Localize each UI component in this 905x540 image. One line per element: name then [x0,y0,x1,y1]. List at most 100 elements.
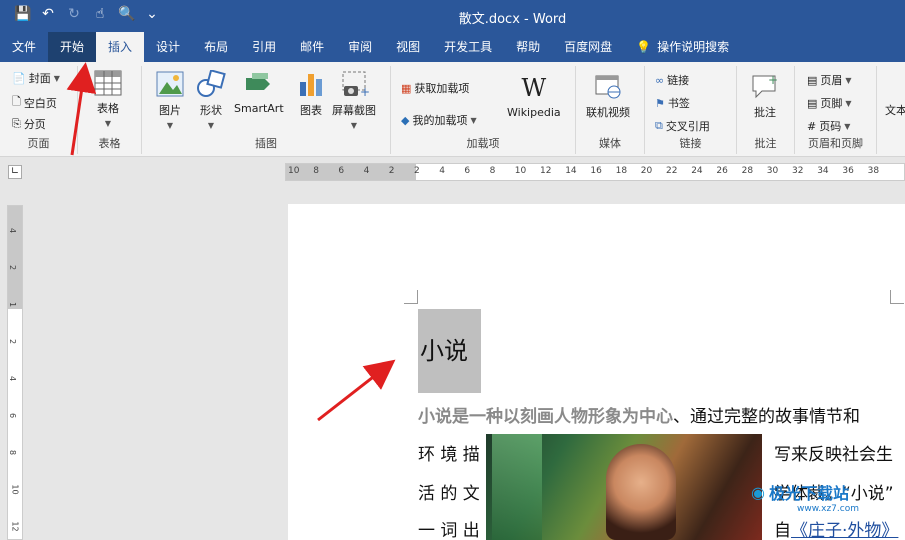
watermark-url: www.xz7.com [797,504,859,514]
bookmark-label: 书签 [667,97,690,110]
inserted-photo[interactable] [486,434,762,540]
vertical-ruler-tick-label: 6 [8,412,18,419]
site-watermark: ◉ 极光下载站 www.xz7.com [751,480,859,515]
vertical-ruler-tick-label: 2 [8,264,18,271]
tab-home[interactable]: 开始 [48,32,97,62]
paragraph-text: 自 [774,521,791,540]
group-addins: ▦ 获取加载项 ◆ 我的加载项 ▼ W Wikipedia 加载项 [391,66,576,154]
cross-reference-button[interactable]: ⧉ 交叉引用 [655,118,710,134]
ribbon-insert: 📄 封面 ▼ 🗋 空白页 ⎘ 分页 页面 表格 ▼ 表格 图片 ▼ 形状 ▼ S… [0,62,905,157]
bookmark-icon: ⚑ [655,96,665,110]
paragraph-line-2-left[interactable]: 环 境 描 [418,440,480,465]
paragraph-line-4-left[interactable]: 一 词 出 [418,516,480,540]
vertical-ruler-tick-label: 10 [10,484,20,495]
vertical-ruler-tick-label: 8 [8,449,18,456]
cross-reference-icon: ⧉ [655,119,663,132]
title-bar: 💾 ↶ ↻ ☝ 🔍 ⌄ 散文.docx - Word [0,0,905,32]
table-icon [94,70,122,96]
tab-file[interactable]: 文件 [0,32,48,62]
pictures-button[interactable]: 图片 ▼ [156,70,184,131]
get-addins-button[interactable]: ▦ 获取加载项 [401,80,469,96]
lightbulb-icon: 💡 [636,40,652,54]
blank-page-button[interactable]: 🗋 空白页 [12,93,57,112]
ruler-tick-label: 2 [414,166,420,176]
get-addins-label: 获取加载项 [414,82,470,95]
link-button[interactable]: ∞ 链接 [655,72,689,88]
link-label: 链接 [667,74,690,87]
table-button[interactable]: 表格 ▼ [94,70,122,129]
page-number-label: 页码 [819,120,842,133]
document-heading[interactable]: 小说 [418,309,481,393]
paragraph-text: 、通过完整的故事情节和 [673,407,860,427]
tab-help[interactable]: 帮助 [504,32,552,62]
group-addins-label: 加载项 [466,137,500,150]
chevron-down-icon: ▼ [350,121,358,130]
photo-background [492,434,542,540]
shapes-button[interactable]: 形状 ▼ [196,70,226,131]
group-illustrations: 图片 ▼ 形状 ▼ SmartArt 图表 + 屏幕截图 ▼ 插图 [142,66,391,154]
footer-label: 页脚 [820,97,843,110]
tab-review[interactable]: 审阅 [336,32,384,62]
tab-baidu-netdisk[interactable]: 百度网盘 [552,32,624,62]
ribbon-tabs: 文件 开始 插入 设计 布局 引用 邮件 审阅 视图 开发工具 帮助 百度网盘 … [0,32,905,62]
my-addins-label: 我的加载项 [412,114,468,127]
tab-layout[interactable]: 布局 [192,32,240,62]
page-number-button[interactable]: # 页码 ▼ [807,118,850,134]
ruler-tick-label: 22 [666,166,678,176]
tab-mailings[interactable]: 邮件 [288,32,336,62]
ruler-margin-top [8,206,22,309]
ruler-tick-label: 4 [439,166,445,176]
addin-cube-icon: ◆ [401,113,410,127]
ruler-tick-label: 24 [691,166,703,176]
paragraph-line-3-left[interactable]: 活 的 文 [418,479,480,504]
page-break-button[interactable]: ⎘ 分页 [12,116,46,132]
paragraph-line-1[interactable]: 小说是一种以刻画人物形象为中心、通过完整的故事情节和 [418,402,860,427]
my-addins-button[interactable]: ◆ 我的加载项 ▼ [401,112,477,128]
highlighted-text: 小说是一种以刻画人物形象为中心 [418,407,673,427]
chart-button[interactable]: 图表 [297,70,325,118]
ruler-row: ∟ 10 8 6 4 2 2 4 6 8 10 12 14 16 18 20 22 24 26 28 30 32 34 36… [0,157,905,187]
document-page[interactable]: 小说 小说是一种以刻画人物形象为中心、通过完整的故事情节和 环 境 描 写来反映… [288,204,905,540]
wikipedia-button[interactable]: W Wikipedia [507,74,561,119]
online-video-button[interactable]: 联机视频 [586,74,630,120]
vertical-ruler-tick-label: 12 [10,521,20,532]
header-icon: ▤ [807,73,818,87]
cover-page-button[interactable]: 📄 封面 ▼ [12,70,60,86]
vertical-ruler[interactable]: 4 2 1 2 4 6 8 10 12 [7,205,23,540]
ruler-tick-label: 32 [792,166,804,176]
tell-me-search[interactable]: 💡 操作说明搜索 [624,32,741,62]
blank-page-label: 空白页 [23,96,57,110]
horizontal-ruler[interactable]: 10 8 6 4 2 2 4 6 8 10 12 14 16 18 20 22 24 26 28 30 32 34 36 38 [285,163,905,181]
bookmark-button[interactable]: ⚑ 书签 [655,95,690,111]
header-button[interactable]: ▤ 页眉 ▼ [807,72,852,88]
ruler-tick-label: 12 [540,166,552,176]
chevron-down-icon: ▼ [844,121,851,131]
photo-subject [606,444,676,540]
tab-selector[interactable]: ∟ [8,165,22,179]
smartart-button[interactable]: SmartArt [234,70,284,115]
tab-design[interactable]: 设计 [144,32,192,62]
group-tables-label: 表格 [98,137,121,150]
tab-references[interactable]: 引用 [240,32,288,62]
paragraph-line-2-right[interactable]: 写来反映社会生 [774,440,893,465]
chevron-down-icon: ▼ [470,115,477,125]
screenshot-button[interactable]: + 屏幕截图 ▼ [332,70,376,131]
text-box-button[interactable]: 文本 [885,102,905,118]
ruler-tick-label: 18 [615,166,628,176]
ruler-tick-label: 34 [817,166,829,176]
page-break-label: 分页 [23,118,46,131]
svg-text:+: + [360,85,369,98]
zhuangzi-link[interactable]: 《庄子·外物》 [791,521,898,540]
comment-button[interactable]: + 批注 [750,72,780,120]
ruler-tick-label: 6 [464,166,471,176]
footer-button[interactable]: ▤ 页脚 ▼ [807,95,852,111]
tab-insert[interactable]: 插入 [96,32,145,62]
group-links: ∞ 链接 ⚑ 书签 ⧉ 交叉引用 链接 [645,66,737,154]
group-header-footer: ▤ 页眉 ▼ ▤ 页脚 ▼ # 页码 ▼ 页眉和页脚 [795,66,877,154]
paragraph-line-4-right[interactable]: 自《庄子·外物》 [774,516,898,540]
group-text: 文本 [877,66,905,154]
svg-text:+: + [768,73,778,87]
tab-developer[interactable]: 开发工具 [432,32,504,62]
chevron-down-icon: ▼ [207,121,215,130]
tab-view[interactable]: 视图 [384,32,432,62]
